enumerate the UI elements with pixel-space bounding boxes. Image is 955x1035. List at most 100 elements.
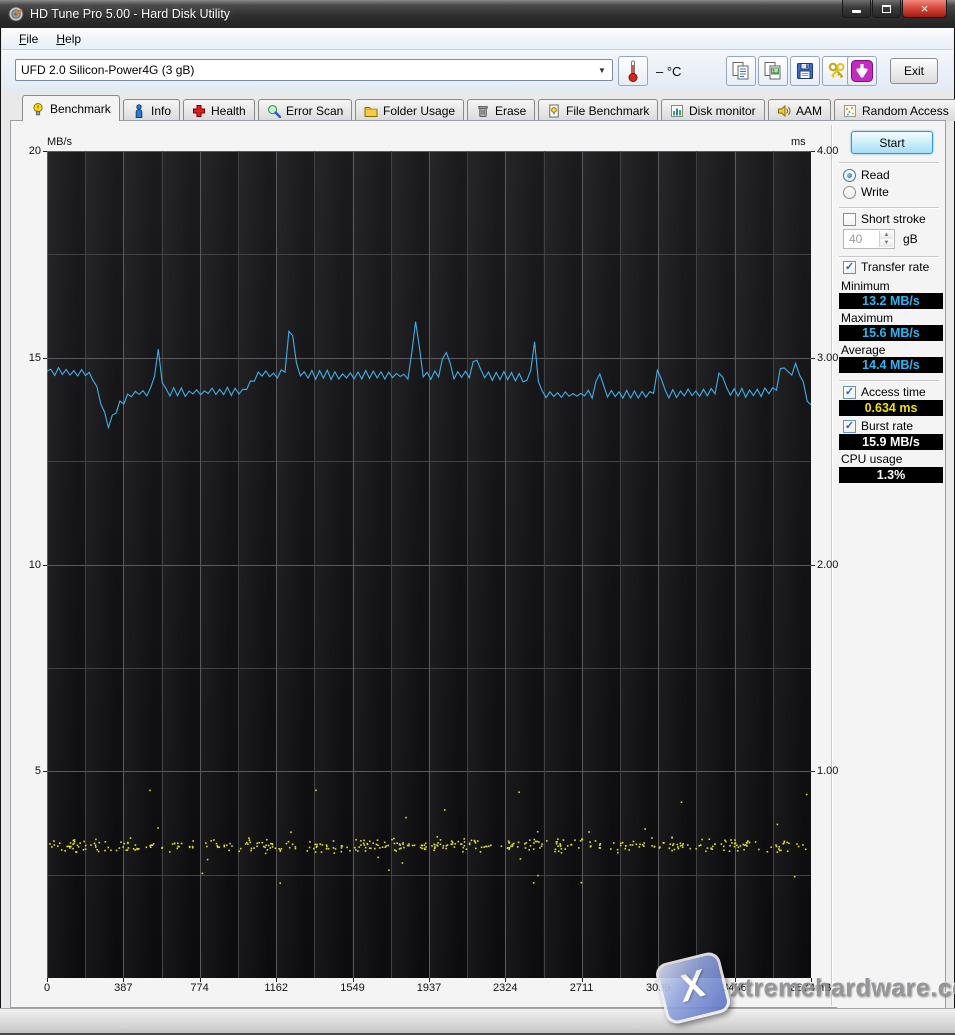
x-tick-mark	[47, 978, 48, 982]
info-icon	[135, 103, 143, 118]
tab-disk-monitor[interactable]: Disk monitor	[661, 99, 765, 121]
x-tick-mark	[658, 978, 660, 982]
tab-label: Error Scan	[286, 103, 344, 118]
x-tick-mark	[199, 978, 201, 982]
maximize-icon	[882, 4, 891, 13]
tab-label: Random Access	[862, 103, 949, 118]
cpu-usage-value: 1.3%	[839, 467, 943, 483]
access-time-row[interactable]: Access time	[843, 385, 926, 399]
tab-error-scan[interactable]: Error Scan	[258, 99, 353, 121]
x-tick-label: 1937	[416, 982, 442, 994]
benchmark-side-panel: Start Read Write Short stroke 40 ▲ ▼ gB …	[831, 121, 945, 1009]
spinner-down-icon[interactable]: ▼	[880, 239, 893, 247]
app-icon	[8, 6, 24, 22]
average-value: 14.4 MB/s	[839, 357, 943, 373]
tab-label: AAM	[796, 103, 823, 118]
toolbar: UFD 2.0 Silicon-Power4G (3 gB) ▼ – °C Ex…	[2, 50, 953, 92]
short-stroke-row[interactable]: Short stroke	[843, 212, 926, 226]
burst-rate-row[interactable]: Burst rate	[843, 419, 913, 433]
capacity-spinner[interactable]: 40 ▲ ▼	[843, 229, 895, 249]
tab-file-benchmark[interactable]: File Benchmark	[538, 99, 659, 121]
aam-icon	[778, 104, 791, 117]
y-right-tick-mark	[811, 771, 815, 773]
x-tick-label: 2324	[493, 982, 518, 994]
tab-label: Disk monitor	[689, 103, 756, 118]
update-button[interactable]	[847, 56, 877, 86]
x-tick-mark	[581, 978, 583, 982]
tab-info[interactable]: Info	[123, 99, 181, 121]
spinner-up-icon[interactable]: ▲	[880, 231, 893, 239]
x-tick-mark	[811, 978, 812, 982]
thermometer-icon	[628, 60, 638, 82]
tab-label: Folder Usage	[383, 103, 456, 118]
menu-help[interactable]: Help	[47, 30, 90, 48]
write-radio[interactable]	[843, 185, 856, 199]
chevron-down-icon[interactable]: ▼	[594, 62, 610, 78]
exit-button[interactable]: Exit	[890, 58, 938, 84]
short-stroke-checkbox[interactable]	[843, 212, 856, 226]
y-left-tick-mark	[43, 357, 47, 359]
separator	[839, 162, 939, 163]
tab-erase[interactable]: Erase	[467, 99, 536, 121]
y-left-tick-mark	[43, 771, 47, 773]
separator	[839, 207, 939, 208]
options-keys-icon	[828, 62, 845, 79]
access-time-checkbox[interactable]	[843, 385, 856, 399]
access-time-label: Access time	[861, 385, 926, 399]
burst-rate-value: 15.9 MB/s	[839, 434, 943, 450]
menu-file[interactable]: File	[10, 30, 47, 48]
close-button[interactable]: ×	[902, 0, 947, 18]
tab-label: Benchmark	[50, 101, 111, 116]
x-tick-mark	[734, 978, 736, 982]
save-icon	[797, 63, 813, 79]
maximum-label: Maximum	[841, 311, 894, 325]
tab-label: Info	[151, 103, 172, 118]
copy-image-icon	[764, 62, 781, 80]
spinner-arrows[interactable]: ▲ ▼	[879, 231, 893, 247]
y-left-tick-label: 5	[34, 765, 41, 778]
tab-random-access[interactable]: Random Access	[834, 99, 955, 121]
y-right-tick-label: 3.00	[817, 351, 839, 364]
x-tick-label: 1549	[340, 982, 365, 994]
maximum-value: 15.6 MB/s	[839, 325, 943, 341]
benchmark-panel: MB/s ms Start Read Write Short stroke 40…	[10, 120, 946, 1009]
tab-strip: Benchmark Info Health Error Scan Folder Usag…	[2, 92, 955, 121]
tab-health[interactable]: Health	[183, 99, 255, 121]
copy-image-button[interactable]	[758, 56, 788, 86]
tab-aam[interactable]: AAM	[768, 99, 832, 121]
save-button[interactable]	[790, 56, 820, 86]
temperature-button[interactable]	[618, 56, 648, 86]
random-access-icon	[844, 104, 856, 117]
y-left-tick-mark	[43, 564, 47, 566]
health-icon	[193, 104, 205, 117]
transfer-rate-row[interactable]: Transfer rate	[843, 260, 929, 274]
x-tick-label: 387	[114, 982, 133, 994]
tab-label: File Benchmark	[566, 103, 650, 118]
tab-benchmark[interactable]: Benchmark	[22, 95, 120, 121]
read-radio[interactable]	[843, 168, 856, 182]
tab-folder-usage[interactable]: Folder Usage	[355, 99, 465, 121]
y-left-tick-mark	[43, 151, 47, 152]
read-radio-row[interactable]: Read	[843, 168, 890, 182]
x-tick-label: 774	[190, 982, 209, 994]
tab-label: Erase	[495, 103, 527, 118]
access-time-value: 0.634 ms	[839, 400, 943, 416]
x-tick-label: 1162	[264, 982, 289, 994]
x-tick-label: 3099	[645, 982, 671, 994]
write-radio-row[interactable]: Write	[843, 185, 889, 199]
copy-text-button[interactable]	[726, 56, 756, 86]
y-left-tick-label: 15	[28, 351, 41, 364]
burst-rate-checkbox[interactable]	[843, 419, 856, 433]
x-tick-label: 3874mB	[790, 982, 832, 994]
x-tick-label: 0	[43, 982, 51, 994]
capacity-row: 40 ▲ ▼ gB	[843, 229, 918, 249]
start-button[interactable]: Start	[851, 131, 933, 154]
read-radio-label: Read	[861, 168, 890, 182]
maximize-button[interactable]	[872, 0, 901, 18]
y-right-tick-mark	[811, 357, 815, 359]
minimize-button[interactable]	[842, 0, 871, 18]
window-controls: ×	[841, 0, 947, 18]
download-arrow-icon	[851, 60, 873, 82]
transfer-rate-checkbox[interactable]	[843, 260, 856, 274]
device-select[interactable]: UFD 2.0 Silicon-Power4G (3 gB) ▼	[15, 59, 613, 81]
